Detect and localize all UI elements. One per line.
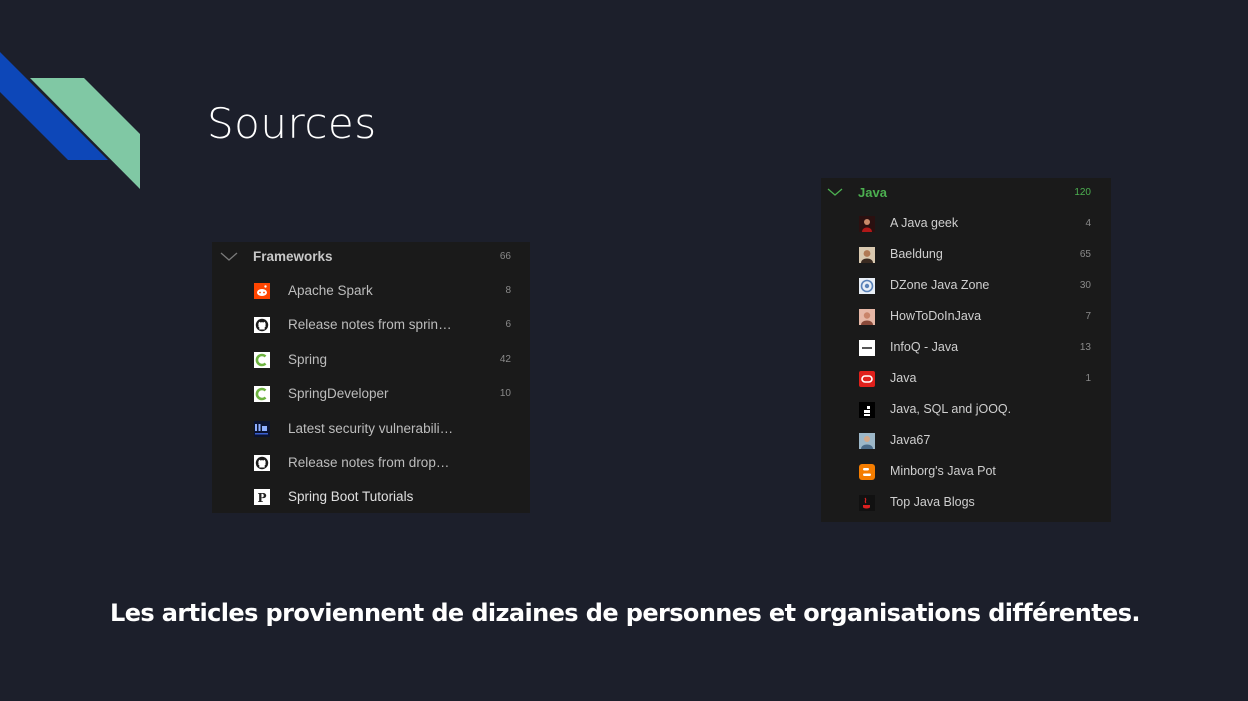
person-icon [859, 216, 875, 232]
source-label: Java, SQL and jOOQ. [890, 402, 1012, 416]
source-row-howtodoinjava[interactable]: HowToDoInJava 7 [821, 308, 1111, 326]
source-label: Apache Spark [288, 283, 373, 298]
source-label: SpringDeveloper [288, 386, 389, 401]
infoq-icon [859, 340, 875, 356]
security-site-icon [254, 421, 270, 437]
source-label: InfoQ - Java [890, 340, 959, 354]
source-label: DZone Java Zone [890, 278, 990, 292]
source-label: Java67 [890, 433, 931, 447]
dzone-icon [859, 278, 875, 294]
spring-icon [254, 352, 270, 368]
source-label: Release notes from sprin… [288, 317, 452, 332]
source-label: HowToDoInJava [890, 309, 982, 323]
source-row-infoq[interactable]: InfoQ - Java 13 [821, 339, 1111, 357]
java-logo-icon [859, 495, 875, 511]
frameworks-count: 66 [499, 251, 511, 262]
frameworks-group-header[interactable]: Frameworks 66 [212, 242, 530, 271]
unread-count: 4 [1085, 218, 1091, 229]
source-row-springdeveloper[interactable]: SpringDeveloper 10 [212, 385, 530, 403]
source-label: Top Java Blogs [890, 495, 975, 509]
unread-count: 1 [1085, 373, 1091, 384]
blogger-icon [859, 464, 875, 480]
source-row-dzone[interactable]: DZone Java Zone 30 [821, 277, 1111, 295]
source-label: Java [890, 371, 917, 385]
source-row-security-vulnerabilities[interactable]: Latest security vulnerabili… [212, 420, 530, 438]
source-label: A Java geek [890, 216, 959, 230]
github-icon [254, 317, 270, 333]
java-count: 120 [1074, 187, 1091, 198]
person-icon [859, 309, 875, 325]
source-row-baeldung[interactable]: Baeldung 65 [821, 246, 1111, 264]
source-row-jooq[interactable]: Java, SQL and jOOQ. [821, 401, 1111, 419]
github-icon [254, 455, 270, 471]
unread-count: 30 [1079, 280, 1091, 291]
source-label: Spring [288, 352, 328, 367]
source-row-top-java-blogs[interactable]: Top Java Blogs [821, 494, 1111, 512]
unread-count: 42 [499, 354, 511, 365]
reddit-icon [254, 283, 270, 299]
source-row-apache-spark[interactable]: Apache Spark 8 [212, 282, 530, 300]
source-label: Minborg's Java Pot [890, 464, 996, 478]
unread-count: 7 [1085, 311, 1091, 322]
slide-title: Sources [207, 99, 377, 148]
source-row-minborg[interactable]: Minborg's Java Pot [821, 463, 1111, 481]
source-row-spring[interactable]: Spring 42 [212, 351, 530, 369]
unread-count: 10 [499, 388, 511, 399]
person-icon [859, 247, 875, 263]
java-title: Java [858, 185, 887, 200]
oracle-icon [859, 371, 875, 387]
source-row-spring-boot-tutorials[interactable]: P Spring Boot Tutorials [212, 488, 530, 506]
person-icon [859, 433, 875, 449]
source-row-java67[interactable]: Java67 [821, 432, 1111, 450]
slide-caption: Les articles proviennent de dizaines de … [110, 599, 1141, 627]
chevron-down-icon[interactable] [220, 252, 238, 262]
unread-count: 65 [1079, 249, 1091, 260]
jooq-icon [859, 402, 875, 418]
source-label: Release notes from drop… [288, 455, 450, 470]
java-group-header[interactable]: Java 120 [821, 178, 1111, 207]
source-label: Baeldung [890, 247, 943, 261]
java-panel: Java 120 A Java geek 4 Baeldung 65 DZone… [821, 178, 1111, 522]
source-label: Spring Boot Tutorials [288, 489, 414, 504]
source-label: Latest security vulnerabili… [288, 421, 454, 436]
unread-count: 6 [505, 319, 511, 330]
source-row-release-notes-spring[interactable]: Release notes from sprin… 6 [212, 316, 530, 334]
corner-decoration [0, 52, 140, 189]
spring-icon [254, 386, 270, 402]
svg-text:P: P [257, 491, 266, 505]
frameworks-title: Frameworks [253, 249, 333, 264]
source-row-release-notes-drop[interactable]: Release notes from drop… [212, 454, 530, 472]
frameworks-panel: Frameworks 66 Apache Spark 8 Release not… [212, 242, 530, 513]
chevron-down-icon[interactable] [827, 188, 843, 197]
source-row-a-java-geek[interactable]: A Java geek 4 [821, 215, 1111, 233]
unread-count: 8 [505, 285, 511, 296]
source-row-java-oracle[interactable]: Java 1 [821, 370, 1111, 388]
p-letter-icon: P [254, 489, 270, 505]
unread-count: 13 [1079, 342, 1091, 353]
